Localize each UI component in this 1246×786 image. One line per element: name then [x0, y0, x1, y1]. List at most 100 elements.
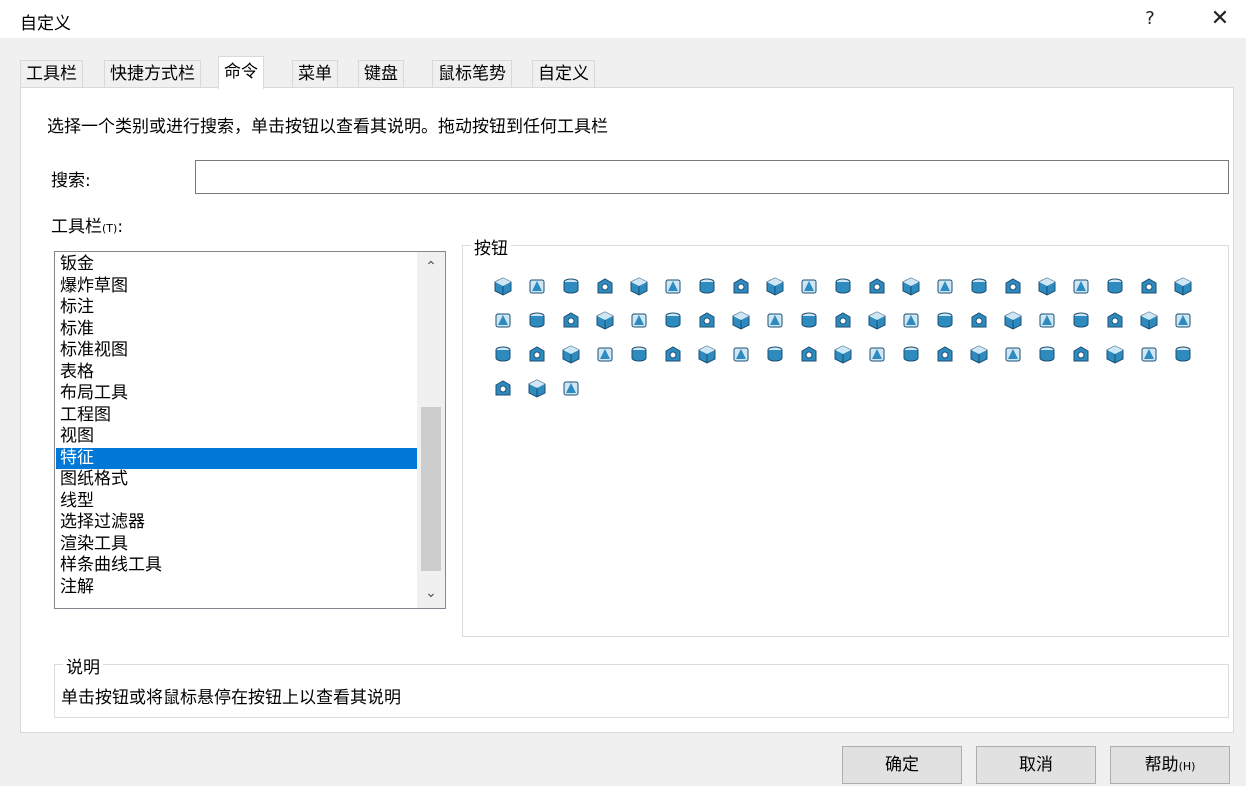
tab-shortcut-bars[interactable]: 快捷方式栏 [104, 60, 201, 88]
cosmetic-thread-icon[interactable] [525, 308, 549, 332]
freeform-icon[interactable] [797, 342, 821, 366]
flex-icon[interactable] [1069, 274, 1093, 298]
extrude-cut-icon[interactable] [627, 274, 651, 298]
feature-freeze-icon[interactable] [1001, 342, 1025, 366]
stud-icon[interactable] [627, 308, 651, 332]
cancel-button[interactable]: 取消 [976, 746, 1096, 784]
loft-boss-icon[interactable] [593, 274, 617, 298]
category-item[interactable]: 布局工具 [56, 383, 417, 405]
rebuild-icon[interactable] [491, 376, 515, 400]
category-item[interactable]: 选择过滤器 [56, 512, 417, 534]
category-item[interactable]: 样条曲线工具 [56, 555, 417, 577]
help-button[interactable]: ? [1130, 4, 1170, 34]
help-dialog-button[interactable]: 帮助(H) [1110, 746, 1230, 784]
thicken-cut-icon[interactable] [729, 342, 753, 366]
dome-icon[interactable] [1001, 274, 1025, 298]
list-scrollbar[interactable]: ⌃ ⌄ [417, 252, 445, 608]
scroll-thumb[interactable] [421, 407, 441, 571]
mounting-boss-icon[interactable] [695, 308, 719, 332]
category-item[interactable]: 图纸格式 [56, 469, 417, 491]
category-item[interactable]: 标准视图 [56, 340, 417, 362]
move-face-icon[interactable] [933, 308, 957, 332]
intersect-icon[interactable] [1137, 274, 1161, 298]
table-pattern-icon[interactable] [559, 342, 583, 366]
fastening-icon[interactable] [831, 308, 855, 332]
category-item[interactable]: 视图 [56, 426, 417, 448]
sketch-pattern-icon[interactable] [525, 342, 549, 366]
chamfer-icon[interactable] [865, 274, 889, 298]
pin-icon[interactable] [593, 308, 617, 332]
category-item[interactable]: 标注 [56, 297, 417, 319]
close-icon[interactable]: ✕ [1200, 4, 1240, 34]
search-input[interactable] [195, 160, 1229, 194]
combine-icon[interactable] [1069, 308, 1093, 332]
sweep-thin-icon[interactable] [865, 342, 889, 366]
wrap-icon[interactable] [1035, 274, 1059, 298]
dome-solid-icon[interactable] [661, 308, 685, 332]
curve-pattern-icon[interactable] [491, 342, 515, 366]
fill-pattern-icon[interactable] [593, 342, 617, 366]
rib-icon[interactable] [933, 274, 957, 298]
circular-pattern-icon[interactable] [1171, 308, 1195, 332]
replace-face-icon[interactable] [1001, 308, 1025, 332]
tab-mouse-gestures[interactable]: 鼠标笔势 [432, 60, 512, 88]
snap-hook-icon[interactable] [797, 308, 821, 332]
draft-icon[interactable] [967, 274, 991, 298]
hole-wizard-icon[interactable] [1171, 274, 1195, 298]
thicken-icon[interactable] [695, 342, 719, 366]
mirror-icon[interactable] [1137, 308, 1161, 332]
instant3d-icon[interactable] [1069, 342, 1093, 366]
ok-button[interactable]: 确定 [842, 746, 962, 784]
deform-icon[interactable] [1103, 274, 1127, 298]
category-item[interactable]: 注解 [56, 577, 417, 599]
boundary-boss-icon[interactable] [763, 274, 787, 298]
extrude-boss-icon[interactable] [491, 274, 515, 298]
revolve-boss-icon[interactable] [525, 274, 549, 298]
scroll-up-icon[interactable]: ⌃ [417, 254, 445, 280]
weldment-icon[interactable] [525, 376, 549, 400]
move-copy-icon[interactable] [967, 342, 991, 366]
category-item[interactable]: 表格 [56, 362, 417, 384]
revolve-cut-icon[interactable] [661, 274, 685, 298]
loft-cut-icon[interactable] [729, 274, 753, 298]
structure-icon[interactable] [559, 376, 583, 400]
tab-toolbars[interactable]: 工具栏 [20, 60, 83, 88]
lip-groove-icon[interactable] [763, 308, 787, 332]
tab-customization[interactable]: 自定义 [532, 60, 595, 88]
variable-pattern-icon[interactable] [627, 342, 651, 366]
advanced-hole-icon[interactable] [491, 308, 515, 332]
category-item[interactable]: 标准 [56, 319, 417, 341]
category-item[interactable]: 爆炸草图 [56, 276, 417, 298]
linear-pattern-icon[interactable] [1103, 308, 1127, 332]
category-listbox[interactable]: 钣金 爆炸草图 标注 标准 标准视图 表格 布局工具 工程图 视图 特征 图纸格式 线型 选择过滤器 渲染… [54, 251, 446, 609]
split-icon[interactable] [1035, 308, 1059, 332]
cut-with-surface-icon[interactable] [763, 342, 787, 366]
fillet-icon[interactable] [831, 274, 855, 298]
category-item[interactable]: 钣金 [56, 254, 417, 276]
scale-icon[interactable] [899, 308, 923, 332]
category-item[interactable]: 特征 [56, 447, 417, 469]
category-item[interactable]: 工程图 [56, 405, 417, 427]
body-delete-icon[interactable] [933, 342, 957, 366]
section-icon[interactable] [1103, 342, 1127, 366]
sheet-metal-icon[interactable] [831, 342, 855, 366]
shell-icon[interactable] [899, 274, 923, 298]
category-item[interactable]: 渲染工具 [56, 534, 417, 556]
mold-icon[interactable] [1171, 342, 1195, 366]
category-item[interactable]: 线型 [56, 491, 417, 513]
tab-menus[interactable]: 菜单 [292, 60, 338, 88]
boundary-cut-icon[interactable] [797, 274, 821, 298]
sweep-cut-icon[interactable] [695, 274, 719, 298]
chain-pattern-icon[interactable] [1035, 342, 1059, 366]
imported-icon[interactable] [899, 342, 923, 366]
scroll-down-icon[interactable]: ⌄ [417, 580, 445, 606]
tab-keyboard[interactable]: 键盘 [358, 60, 404, 88]
thread-icon[interactable] [559, 308, 583, 332]
vent-icon[interactable] [729, 308, 753, 332]
indent-icon[interactable] [865, 308, 889, 332]
derived-pattern-icon[interactable] [661, 342, 685, 366]
sweep-boss-icon[interactable] [559, 274, 583, 298]
delete-face-icon[interactable] [967, 308, 991, 332]
dimxpert-icon[interactable] [1137, 342, 1161, 366]
tab-commands[interactable]: 命令 [218, 56, 264, 89]
